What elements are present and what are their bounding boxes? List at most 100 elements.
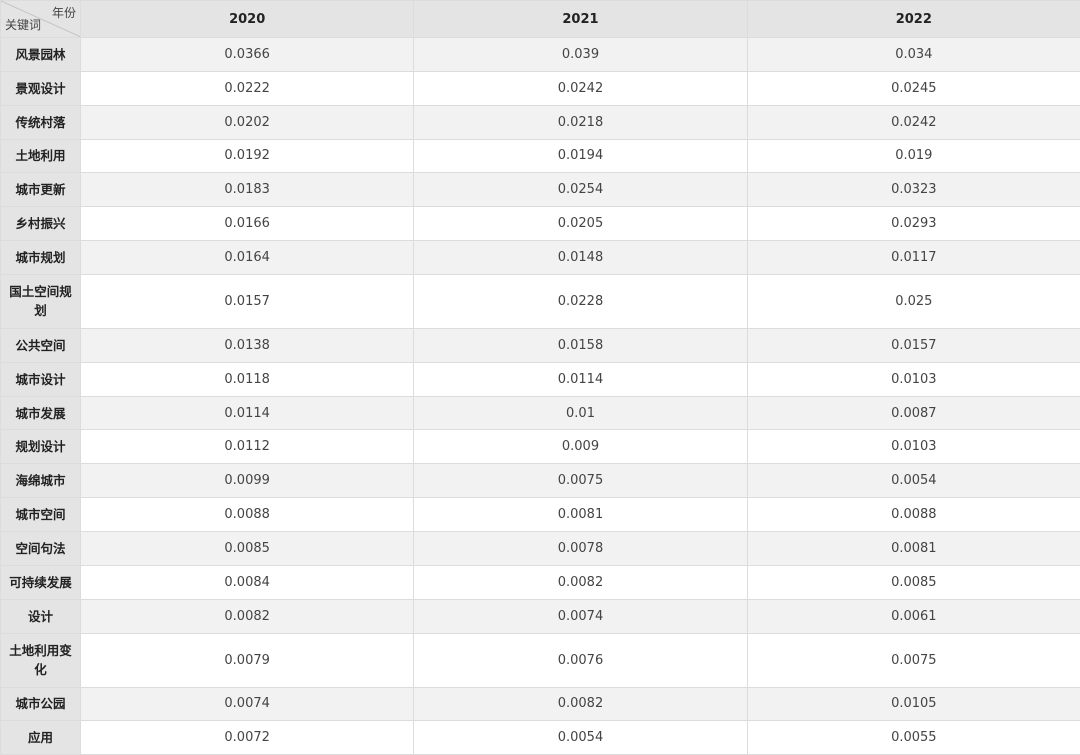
table-cell: 0.0245 (747, 71, 1080, 105)
table-row: 公共空间0.01380.01580.0157 (1, 328, 1080, 362)
table-row: 景观设计0.02220.02420.0245 (1, 71, 1080, 105)
column-header: 2022 (747, 1, 1080, 38)
table-cell: 0.0194 (414, 139, 747, 173)
table-cell: 0.0222 (81, 71, 414, 105)
table-cell: 0.0117 (747, 241, 1080, 275)
row-header-keyword: 土地利用变化 (1, 633, 81, 687)
corner-column-label: 年份 (52, 4, 76, 21)
table-cell: 0.025 (747, 274, 1080, 328)
table-row: 空间句法0.00850.00780.0081 (1, 531, 1080, 565)
table-cell: 0.034 (747, 38, 1080, 72)
table-cell: 0.0105 (747, 687, 1080, 721)
table-cell: 0.0157 (81, 274, 414, 328)
column-header: 2021 (414, 1, 747, 38)
table-cell: 0.0293 (747, 207, 1080, 241)
table-cell: 0.019 (747, 139, 1080, 173)
table-cell: 0.0075 (747, 633, 1080, 687)
table-cell: 0.0205 (414, 207, 747, 241)
corner-header-cell: 年份 关键词 (1, 1, 81, 38)
table-cell: 0.0228 (414, 274, 747, 328)
table-cell: 0.0099 (81, 464, 414, 498)
column-header: 2020 (81, 1, 414, 38)
table-cell: 0.0202 (81, 105, 414, 139)
table-cell: 0.0148 (414, 241, 747, 275)
table-row: 土地利用0.01920.01940.019 (1, 139, 1080, 173)
row-header-keyword: 应用 (1, 721, 81, 755)
table-cell: 0.0076 (414, 633, 747, 687)
row-header-keyword: 传统村落 (1, 105, 81, 139)
table-cell: 0.0082 (414, 687, 747, 721)
row-header-keyword: 城市空间 (1, 498, 81, 532)
row-header-keyword: 风景园林 (1, 38, 81, 72)
table-row: 规划设计0.01120.0090.0103 (1, 430, 1080, 464)
keyword-frequency-table: 年份 关键词 2020 2021 2022 风景园林0.03660.0390.0… (0, 0, 1080, 755)
table-cell: 0.0114 (81, 396, 414, 430)
table-row: 设计0.00820.00740.0061 (1, 599, 1080, 633)
table-cell: 0.0366 (81, 38, 414, 72)
table-cell: 0.0103 (747, 430, 1080, 464)
row-header-keyword: 城市发展 (1, 396, 81, 430)
table-cell: 0.0074 (81, 687, 414, 721)
row-header-keyword: 国土空间规划 (1, 274, 81, 328)
table-cell: 0.0054 (414, 721, 747, 755)
table-row: 海绵城市0.00990.00750.0054 (1, 464, 1080, 498)
table-cell: 0.0055 (747, 721, 1080, 755)
row-header-keyword: 城市更新 (1, 173, 81, 207)
table-cell: 0.0054 (747, 464, 1080, 498)
header-row: 年份 关键词 2020 2021 2022 (1, 1, 1080, 38)
table-cell: 0.0103 (747, 362, 1080, 396)
row-header-keyword: 城市规划 (1, 241, 81, 275)
table-cell: 0.0082 (414, 565, 747, 599)
row-header-keyword: 设计 (1, 599, 81, 633)
table-cell: 0.0088 (747, 498, 1080, 532)
table-cell: 0.009 (414, 430, 747, 464)
table-cell: 0.0114 (414, 362, 747, 396)
table-cell: 0.0192 (81, 139, 414, 173)
table-row: 城市公园0.00740.00820.0105 (1, 687, 1080, 721)
table-row: 土地利用变化0.00790.00760.0075 (1, 633, 1080, 687)
table-cell: 0.0088 (81, 498, 414, 532)
table-row: 城市设计0.01180.01140.0103 (1, 362, 1080, 396)
table-cell: 0.0078 (414, 531, 747, 565)
table-cell: 0.0081 (414, 498, 747, 532)
table-cell: 0.0118 (81, 362, 414, 396)
row-header-keyword: 空间句法 (1, 531, 81, 565)
table-cell: 0.0085 (81, 531, 414, 565)
row-header-keyword: 城市公园 (1, 687, 81, 721)
table-cell: 0.0242 (747, 105, 1080, 139)
table-cell: 0.0254 (414, 173, 747, 207)
table-cell: 0.0323 (747, 173, 1080, 207)
table-cell: 0.0079 (81, 633, 414, 687)
row-header-keyword: 土地利用 (1, 139, 81, 173)
table-cell: 0.0164 (81, 241, 414, 275)
table-cell: 0.039 (414, 38, 747, 72)
table-cell: 0.0138 (81, 328, 414, 362)
table-cell: 0.0242 (414, 71, 747, 105)
table-cell: 0.0081 (747, 531, 1080, 565)
table-cell: 0.0218 (414, 105, 747, 139)
table-cell: 0.0075 (414, 464, 747, 498)
table-row: 乡村振兴0.01660.02050.0293 (1, 207, 1080, 241)
row-header-keyword: 景观设计 (1, 71, 81, 105)
corner-row-label: 关键词 (5, 16, 41, 33)
table-row: 城市发展0.01140.010.0087 (1, 396, 1080, 430)
table-cell: 0.0082 (81, 599, 414, 633)
table-cell: 0.0157 (747, 328, 1080, 362)
table-cell: 0.0112 (81, 430, 414, 464)
table-row: 城市规划0.01640.01480.0117 (1, 241, 1080, 275)
row-header-keyword: 公共空间 (1, 328, 81, 362)
table-cell: 0.0074 (414, 599, 747, 633)
table-row: 城市更新0.01830.02540.0323 (1, 173, 1080, 207)
table-cell: 0.0061 (747, 599, 1080, 633)
table-cell: 0.01 (414, 396, 747, 430)
row-header-keyword: 可持续发展 (1, 565, 81, 599)
row-header-keyword: 规划设计 (1, 430, 81, 464)
table-row: 应用0.00720.00540.0055 (1, 721, 1080, 755)
table-row: 传统村落0.02020.02180.0242 (1, 105, 1080, 139)
table-row: 城市空间0.00880.00810.0088 (1, 498, 1080, 532)
table-cell: 0.0085 (747, 565, 1080, 599)
table-cell: 0.0158 (414, 328, 747, 362)
table-row: 可持续发展0.00840.00820.0085 (1, 565, 1080, 599)
row-header-keyword: 海绵城市 (1, 464, 81, 498)
table-cell: 0.0183 (81, 173, 414, 207)
